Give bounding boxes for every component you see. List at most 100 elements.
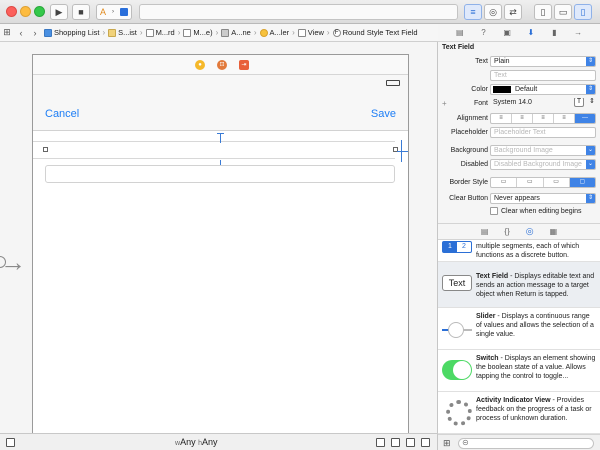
resize-handle[interactable]	[43, 147, 48, 152]
minimize-window-button[interactable]	[20, 6, 31, 17]
background-image-combo[interactable]: Background Image ⌄	[490, 145, 596, 156]
border-bezel-icon[interactable]: ▭	[544, 178, 570, 187]
zoom-window-button[interactable]	[34, 6, 45, 17]
border-none-icon[interactable]: ▭	[491, 178, 518, 187]
size-inspector-icon[interactable]: ▮	[549, 28, 559, 38]
breadcrumb-shopping-list[interactable]: Shopping List	[42, 28, 101, 37]
breadcrumb-view[interactable]: View	[296, 28, 326, 37]
scheme-selector[interactable]: A ›	[96, 4, 132, 20]
pin-icon[interactable]	[406, 438, 415, 447]
back-arrow-icon[interactable]: ‹	[14, 28, 28, 38]
breadcrumb-group[interactable]: S...ist	[106, 28, 139, 37]
list-item-text-field[interactable]: Text Text Field - Displays editable text…	[438, 262, 600, 308]
placeholder-row: Placeholder Placeholder Text	[438, 127, 600, 140]
close-window-button[interactable]	[6, 6, 17, 17]
breadcrumb-storyboard[interactable]: M...rd	[144, 28, 177, 37]
activity-viewer	[139, 4, 458, 20]
text-value-field[interactable]: Text	[490, 70, 596, 81]
object-library-icon[interactable]: ◎	[526, 226, 534, 237]
breadcrumb-label: A...ne	[231, 28, 251, 37]
battery-icon	[386, 80, 400, 86]
grid-view-icon[interactable]: ⊞	[443, 438, 451, 449]
alignment-control[interactable]: ≡ ≡ ≡ ≡ ---	[490, 113, 596, 124]
align-justify-icon[interactable]: ≡	[554, 114, 575, 123]
add-variation-icon[interactable]: +	[442, 99, 447, 108]
font-picker-icon[interactable]: T	[574, 98, 584, 107]
list-item-switch[interactable]: Switch - Displays an element showing the…	[438, 350, 600, 392]
stepper-icon[interactable]: ⇕	[589, 98, 595, 106]
breadcrumb-view-controller[interactable]: A...ler	[258, 28, 292, 37]
chevron-right-icon: ›	[111, 9, 114, 15]
list-item-segmented-control[interactable]: 1 2 multiple segments, each of which fun…	[438, 240, 600, 262]
breadcrumb-scene[interactable]: A...ne	[219, 28, 253, 37]
stack-views-icon[interactable]	[376, 438, 385, 447]
stop-button[interactable]: ■	[72, 4, 90, 20]
file-template-icon[interactable]: ▤	[481, 227, 489, 236]
version-editor-button[interactable]: ⇄	[504, 4, 522, 20]
view-controller-scene[interactable]: ● ⊡ ⇥ Cancel Save	[32, 54, 409, 433]
first-responder-icon[interactable]: ⊡	[217, 60, 227, 70]
align-left-icon[interactable]: ≡	[491, 114, 512, 123]
border-style-row: Border Style ▭ ▭ ▭ ▢	[438, 177, 600, 190]
identity-inspector-icon[interactable]: ▣	[502, 28, 512, 38]
breadcrumb-storyboard-base[interactable]: M...e)	[181, 28, 214, 37]
list-item-description: Slider - Displays a continuous range of …	[476, 312, 596, 339]
list-item-title: Switch	[476, 355, 499, 362]
file-inspector-icon[interactable]: ▤	[455, 28, 465, 38]
view-controller-dock-icon[interactable]: ●	[195, 60, 205, 70]
resolve-issues-icon[interactable]	[421, 438, 430, 447]
cancel-button[interactable]: Cancel	[45, 108, 79, 120]
breadcrumb-label: View	[307, 28, 324, 37]
round-style-text-field-selected[interactable]	[33, 141, 395, 159]
border-style-control[interactable]: ▭ ▭ ▭ ▢	[490, 177, 596, 188]
storyboard-canvas[interactable]: → ● ⊡ ⇥ Cancel Save	[0, 42, 438, 433]
list-item-activity-indicator[interactable]: Activity Indicator View - Provides feedb…	[438, 392, 600, 434]
align-natural-icon[interactable]: ---	[575, 114, 595, 123]
save-button[interactable]: Save	[371, 108, 396, 120]
bottom-panel-icon: ▭	[558, 6, 568, 17]
utilities-toggle-button[interactable]: ▯	[574, 4, 592, 20]
breadcrumb-text-field[interactable]: F Round Style Text Field	[331, 28, 420, 37]
background-row: Background Background Image ⌄	[438, 145, 600, 158]
border-line-icon[interactable]: ▭	[517, 178, 544, 187]
clear-editing-checkbox[interactable]	[490, 207, 498, 215]
standard-editor-button[interactable]: ≡	[464, 4, 482, 20]
left-panel-icon: ▯	[540, 6, 546, 17]
exit-icon[interactable]: ⇥	[239, 60, 249, 70]
media-library-icon[interactable]: ▦	[550, 227, 558, 236]
object-library-list[interactable]: 1 2 multiple segments, each of which fun…	[438, 239, 600, 434]
related-items-icon[interactable]: ⊞	[0, 27, 14, 38]
round-style-text-field[interactable]	[45, 165, 395, 183]
align-center-icon[interactable]: ≡	[512, 114, 533, 123]
play-icon: ▶	[55, 6, 63, 17]
code-snippet-icon[interactable]: {}	[504, 227, 509, 236]
utilities-panel: ▤ ? ▣ ⬇ ▮ → Text Field Text Plain ⇕ Text …	[438, 24, 600, 450]
navigator-toggle-button[interactable]: ▯	[534, 4, 552, 20]
storyboard-icon	[183, 28, 192, 37]
inspector-tabs: ▤ ? ▣ ⬇ ▮ →	[438, 24, 600, 42]
border-rounded-icon[interactable]: ▢	[569, 178, 595, 187]
clear-button-popup[interactable]: Never appears ⇕	[490, 193, 596, 204]
connections-inspector-icon[interactable]: →	[573, 28, 583, 38]
disabled-image-combo[interactable]: Disabled Background Image ⌄	[490, 159, 596, 170]
library-filter-input[interactable]: ⊝	[458, 438, 594, 449]
size-class-selector[interactable]: wAny hAny	[175, 437, 218, 447]
document-outline-toggle-icon[interactable]	[6, 438, 15, 447]
run-button[interactable]: ▶	[50, 4, 68, 20]
align-icon[interactable]	[391, 438, 400, 447]
assistant-editor-button[interactable]: ◎	[484, 4, 502, 20]
breadcrumb-label: S...ist	[118, 28, 137, 37]
placeholder-field[interactable]: Placeholder Text	[490, 127, 596, 138]
debug-area-toggle-button[interactable]: ▭	[554, 4, 572, 20]
disabled-row: Disabled Disabled Background Image ⌄	[438, 159, 600, 172]
align-right-icon[interactable]: ≡	[533, 114, 554, 123]
attributes-inspector-icon[interactable]: ⬇	[526, 28, 536, 38]
color-popup[interactable]: Default ⇕	[490, 84, 596, 95]
color-row: Color Default ⇕	[438, 84, 600, 97]
forward-arrow-icon[interactable]: ›	[28, 28, 42, 38]
quick-help-icon[interactable]: ?	[478, 28, 488, 38]
popup-chevron-icon: ⇕	[586, 57, 595, 66]
font-field[interactable]: System 14.0 T ⇕	[490, 98, 596, 109]
text-type-popup[interactable]: Plain ⇕	[490, 56, 596, 67]
list-item-slider[interactable]: Slider - Displays a continuous range of …	[438, 308, 600, 350]
